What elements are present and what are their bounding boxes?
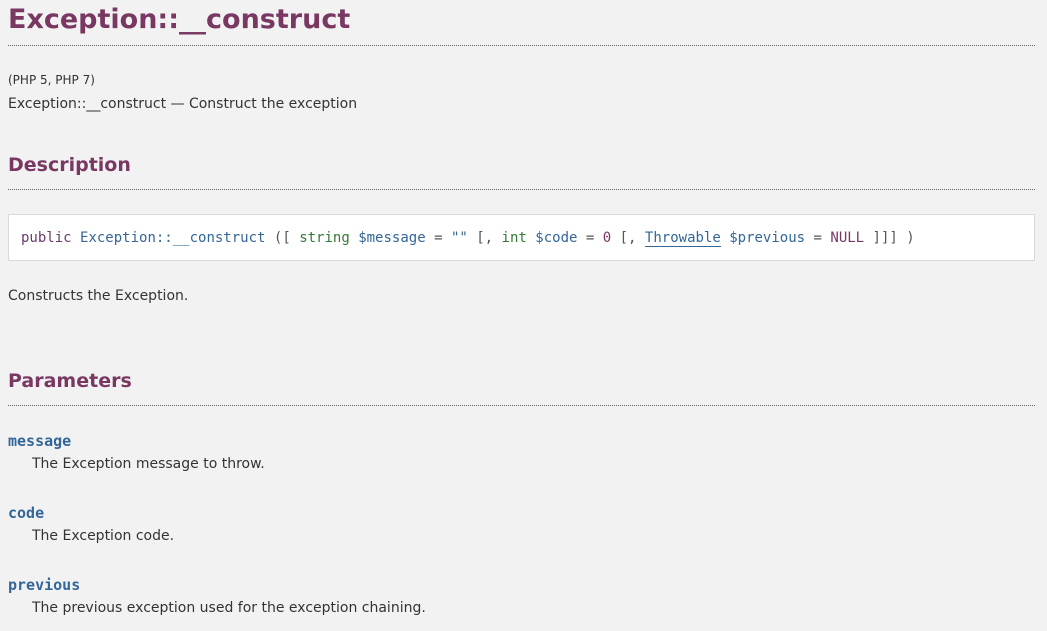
param-message-desc: The Exception message to throw. [32, 456, 265, 472]
param-message-type: string [299, 230, 350, 246]
throwable-type-link[interactable]: Throwable [644, 230, 721, 247]
description-divider [8, 189, 1035, 190]
php-manual-page: Exception::__construct (PHP 5, PHP 7) Ex… [0, 0, 1047, 631]
param-previous-eq: = [813, 230, 822, 246]
param-previous-default: NULL [830, 230, 865, 246]
param-message-default: "" [450, 230, 468, 246]
synopsis-close: ]]] ) [872, 230, 915, 246]
param-message-name: message [8, 432, 72, 450]
parameters-heading: Parameters [8, 370, 132, 392]
param-code-var: $code [535, 230, 578, 246]
synopsis-sep-2: [, [619, 230, 637, 246]
param-previous-var: $previous [729, 230, 806, 246]
param-previous-name: previous [8, 576, 81, 594]
param-previous-desc: The previous exception used for the exce… [32, 600, 426, 616]
description-text: Constructs the Exception. [8, 288, 189, 304]
param-message-var: $message [358, 230, 426, 246]
synopsis-open-paren: ([ [273, 230, 291, 246]
title-divider [8, 45, 1035, 46]
param-code-type: int [501, 230, 527, 246]
param-code-name: code [8, 504, 45, 522]
description-heading: Description [8, 154, 131, 176]
parameters-divider [8, 405, 1035, 406]
refpurpose: Exception::__construct — Construct the e… [8, 96, 358, 112]
synopsis-modifier: public [21, 230, 72, 246]
param-code-default: 0 [602, 230, 612, 246]
synopsis-sep-1: [, [476, 230, 494, 246]
method-synopsis: public Exception::__construct ([ string … [8, 214, 1035, 261]
version-info: (PHP 5, PHP 7) [8, 73, 95, 87]
page-title: Exception::__construct [8, 4, 351, 35]
param-code-desc: The Exception code. [32, 528, 175, 544]
param-code-eq: = [585, 230, 595, 246]
synopsis-method-name: Exception::__construct [80, 230, 266, 246]
param-message-eq: = [434, 230, 443, 246]
